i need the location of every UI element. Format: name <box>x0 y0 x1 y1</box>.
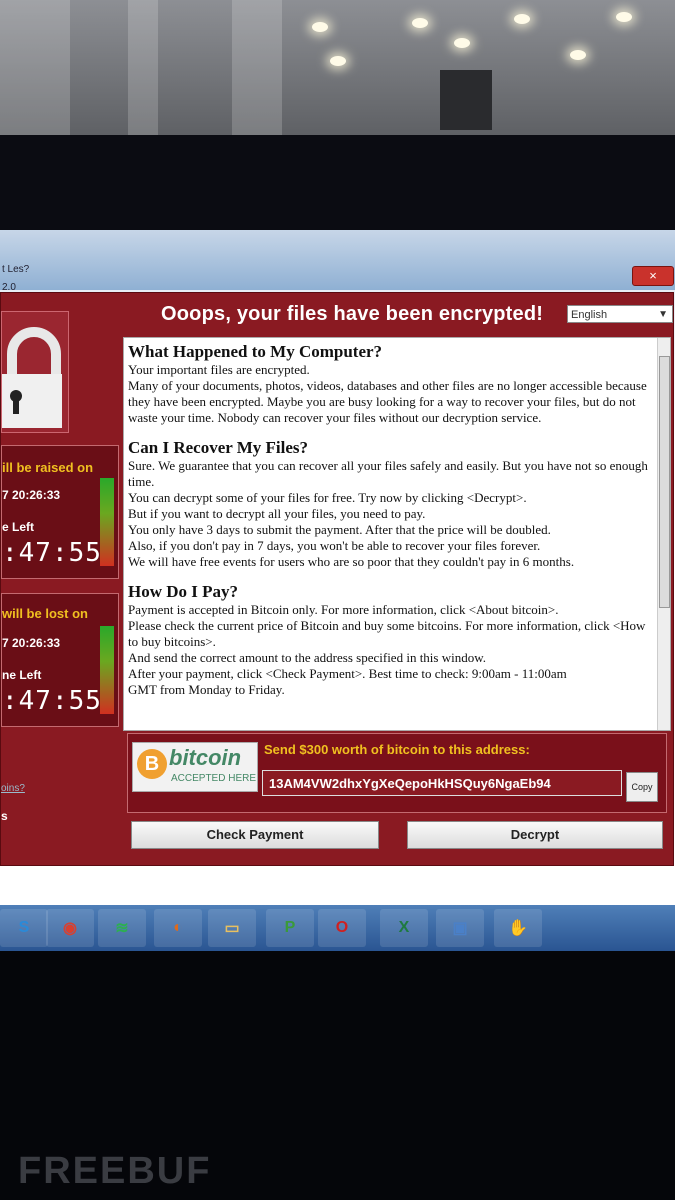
language-select[interactable]: English ▼ <box>567 305 673 323</box>
section-recover: Can I Recover My Files? Sure. We guarant… <box>128 438 656 570</box>
section-line: GMT from Monday to Friday. <box>128 682 285 697</box>
price-raise-label: ill be raised on <box>2 460 94 475</box>
section-line: Payment is accepted in Bitcoin only. For… <box>128 602 559 617</box>
time-left-label: e Left <box>2 520 35 534</box>
files-lost-box: will be lost on 7 20:26:33 ne Left :47:5… <box>1 593 119 727</box>
opera-icon: O <box>335 919 349 936</box>
section-line: But if you want to decrypt all your file… <box>128 506 426 521</box>
bitcoin-accepted-text: ACCEPTED HERE <box>171 773 257 784</box>
monitor-screen: t Les? 2.0 × Ooops, your files have been… <box>0 230 675 950</box>
time-left-label: ne Left <box>2 668 42 682</box>
section-line: We will have free events for users who a… <box>128 554 575 569</box>
ceiling-light <box>330 56 346 66</box>
ceiling-light <box>412 18 428 28</box>
send-amount-label: Send $300 worth of bitcoin to this addre… <box>264 742 530 757</box>
section-what-happened: What Happened to My Computer? Your impor… <box>128 342 656 426</box>
contact-link[interactable]: s <box>1 809 8 823</box>
headline: Ooops, your files have been encrypted! <box>161 303 544 325</box>
skype-icon: S <box>18 919 30 936</box>
chevron-down-icon: ▼ <box>658 309 668 320</box>
message-textbox[interactable]: What Happened to My Computer? Your impor… <box>123 337 671 731</box>
ceiling-light <box>616 12 632 22</box>
taskbar-item[interactable]: ◐ <box>154 909 202 947</box>
section-heading: What Happened to My Computer? <box>128 342 383 361</box>
ransom-window: Ooops, your files have been encrypted! E… <box>0 292 674 866</box>
section-heading: Can I Recover My Files? <box>128 438 309 457</box>
bitcoin-logo-word: bitcoin <box>169 745 242 770</box>
bitcoin-accepted-logo: B bitcoin ACCEPTED HERE <box>132 742 258 792</box>
scrollbar[interactable] <box>657 338 670 730</box>
section-line: Sure. We guarantee that you can recover … <box>128 458 648 489</box>
section-line: Many of your documents, photos, videos, … <box>128 378 647 425</box>
taskbar-item[interactable]: ✋ <box>494 909 542 947</box>
firefox-icon: ◐ <box>173 919 183 936</box>
taskbar-item[interactable]: ▣ <box>436 909 484 947</box>
room-background <box>0 0 675 140</box>
bitcoin-icon: B <box>137 749 167 779</box>
progress-bar <box>100 478 114 566</box>
ceiling-light <box>454 38 470 48</box>
scrollbar-thumb[interactable] <box>659 356 670 608</box>
section-line: You only have 3 days to submit the payme… <box>128 522 551 537</box>
windows-taskbar: S ◉ ≋ ◐ ▭ P O X ▣ ✋ <box>0 905 675 951</box>
message-content: What Happened to My Computer? Your impor… <box>128 342 656 712</box>
files-lost-date: 7 20:26:33 <box>2 636 61 650</box>
about-bitcoin-link[interactable]: oins? <box>1 783 25 794</box>
section-pay: How Do I Pay? Payment is accepted in Bit… <box>128 582 656 698</box>
excel-icon: X <box>398 919 410 936</box>
countdown-timer: :47:55 <box>2 538 102 568</box>
ceiling-light <box>312 22 328 32</box>
progress-bar <box>100 626 114 714</box>
window-titlebar[interactable]: t Les? 2.0 × <box>0 230 675 293</box>
countdown-timer: :47:55 <box>2 686 102 716</box>
section-line: Please check the current price of Bitcoi… <box>128 618 646 649</box>
taskbar-item[interactable]: O <box>318 909 366 947</box>
taskbar-item[interactable]: ▭ <box>208 909 256 947</box>
decrypt-button[interactable]: Decrypt <box>407 821 663 849</box>
ceiling-light <box>570 50 586 60</box>
bitcoin-payment-panel: B bitcoin ACCEPTED HERE Send $300 worth … <box>127 733 667 813</box>
room-door <box>440 70 492 130</box>
section-line: After your payment, click <Check Payment… <box>128 666 567 681</box>
handshake-icon: ✋ <box>508 920 528 937</box>
section-heading: How Do I Pay? <box>128 582 239 601</box>
chrome-icon: ◉ <box>63 920 77 937</box>
spotify-icon: ≋ <box>115 920 129 937</box>
folder-icon: ▭ <box>224 920 240 937</box>
bitcoin-address-field[interactable]: 13AM4VW2dhxYgXeQepoHkHSQuy6NgaEb94 <box>262 770 622 796</box>
price-raise-box: ill be raised on 7 20:26:33 e Left :47:5… <box>1 445 119 579</box>
section-line: And send the correct amount to the addre… <box>128 650 487 665</box>
monitor-bezel <box>0 135 675 235</box>
taskbar-item[interactable]: ≋ <box>98 909 146 947</box>
padlock-icon <box>2 327 62 428</box>
window-title: t Les? <box>2 264 30 275</box>
price-raise-date: 7 20:26:33 <box>2 488 61 502</box>
vpn-icon: P <box>284 919 296 936</box>
taskbar-item[interactable]: P <box>266 909 314 947</box>
taskbar-item[interactable]: ◉ <box>46 909 94 947</box>
room-column <box>232 0 282 140</box>
check-payment-button[interactable]: Check Payment <box>131 821 379 849</box>
watermark: FREEBUF <box>18 1150 212 1192</box>
lock-panel <box>1 311 69 433</box>
window-icon: ▣ <box>452 920 468 937</box>
section-line: Your important files are encrypted. <box>128 362 310 377</box>
room-column <box>128 0 158 140</box>
close-button[interactable]: × <box>632 266 674 286</box>
taskbar-item[interactable]: X <box>380 909 428 947</box>
language-value: English <box>571 309 608 321</box>
copy-button[interactable]: Copy <box>626 772 658 802</box>
ceiling-light <box>514 14 530 24</box>
section-line: You can decrypt some of your files for f… <box>128 490 527 505</box>
taskbar-item[interactable]: S <box>0 909 48 947</box>
files-lost-label: will be lost on <box>2 606 88 621</box>
section-line: Also, if you don't pay in 7 days, you wo… <box>128 538 541 553</box>
room-column <box>0 0 70 140</box>
